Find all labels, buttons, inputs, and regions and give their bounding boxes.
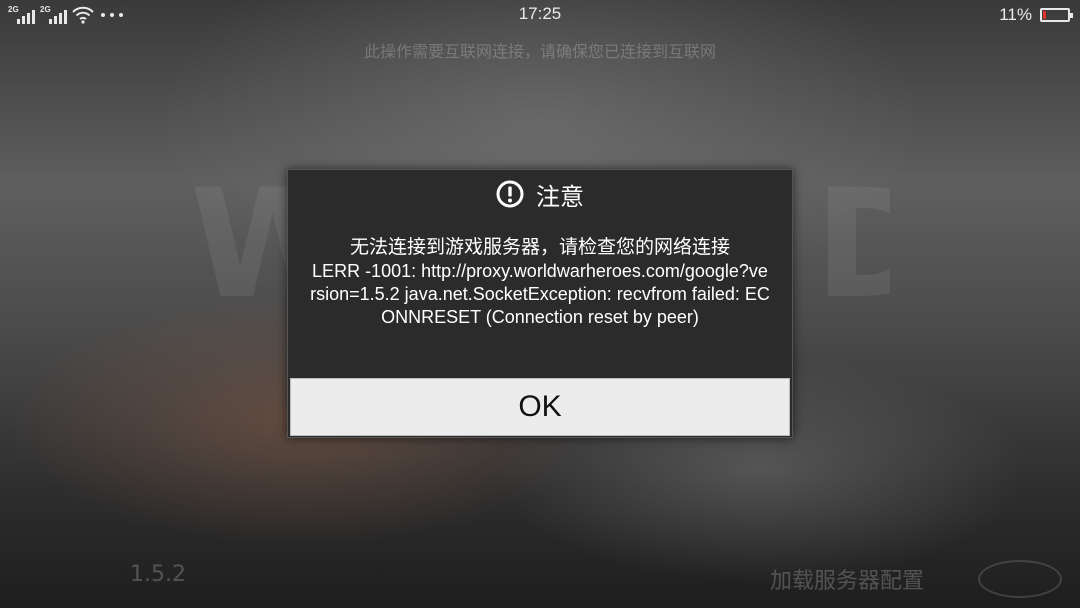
- status-right: 11%: [999, 4, 1073, 26]
- background-loading-spinner-icon: [978, 560, 1062, 598]
- more-notifications-icon: [100, 12, 124, 18]
- dialog-message-error-detail: LERR -1001: http://proxy.worldwarheroes.…: [310, 261, 770, 327]
- background-connection-notice: 此操作需要互联网连接，请确保您已连接到互联网: [363, 42, 716, 61]
- dialog-message: 无法连接到游戏服务器，请检查您的网络连接 LERR -1001: http://…: [310, 234, 770, 329]
- sim2-signal-icon: 2G: [40, 6, 67, 24]
- dialog-title-row: 注意: [288, 178, 792, 211]
- battery-icon: [1040, 8, 1073, 22]
- battery-percent: 11%: [999, 5, 1032, 24]
- error-dialog: 注意 无法连接到游戏服务器，请检查您的网络连接 LERR -1001: http…: [287, 169, 793, 438]
- status-left: 2G 2G: [8, 5, 124, 25]
- sim1-signal-icon: 2G: [8, 6, 35, 24]
- battery-level-fill: [1043, 11, 1046, 19]
- dialog-title: 注意: [536, 182, 584, 211]
- dialog-message-cn: 无法连接到游戏服务器，请检查您的网络连接: [349, 236, 730, 258]
- status-bar: 2G 2G 17:25 11%: [0, 0, 1080, 30]
- ok-button[interactable]: OK: [290, 378, 790, 436]
- background-loading-text: 加载服务器配置: [770, 569, 925, 594]
- alert-circle-icon: [496, 180, 524, 208]
- status-time: 17:25: [518, 4, 562, 23]
- wifi-icon: [72, 6, 94, 24]
- game-screen: WORLD WAR 2G 2G: [0, 0, 1080, 608]
- background-version: 1.5.2: [130, 562, 186, 587]
